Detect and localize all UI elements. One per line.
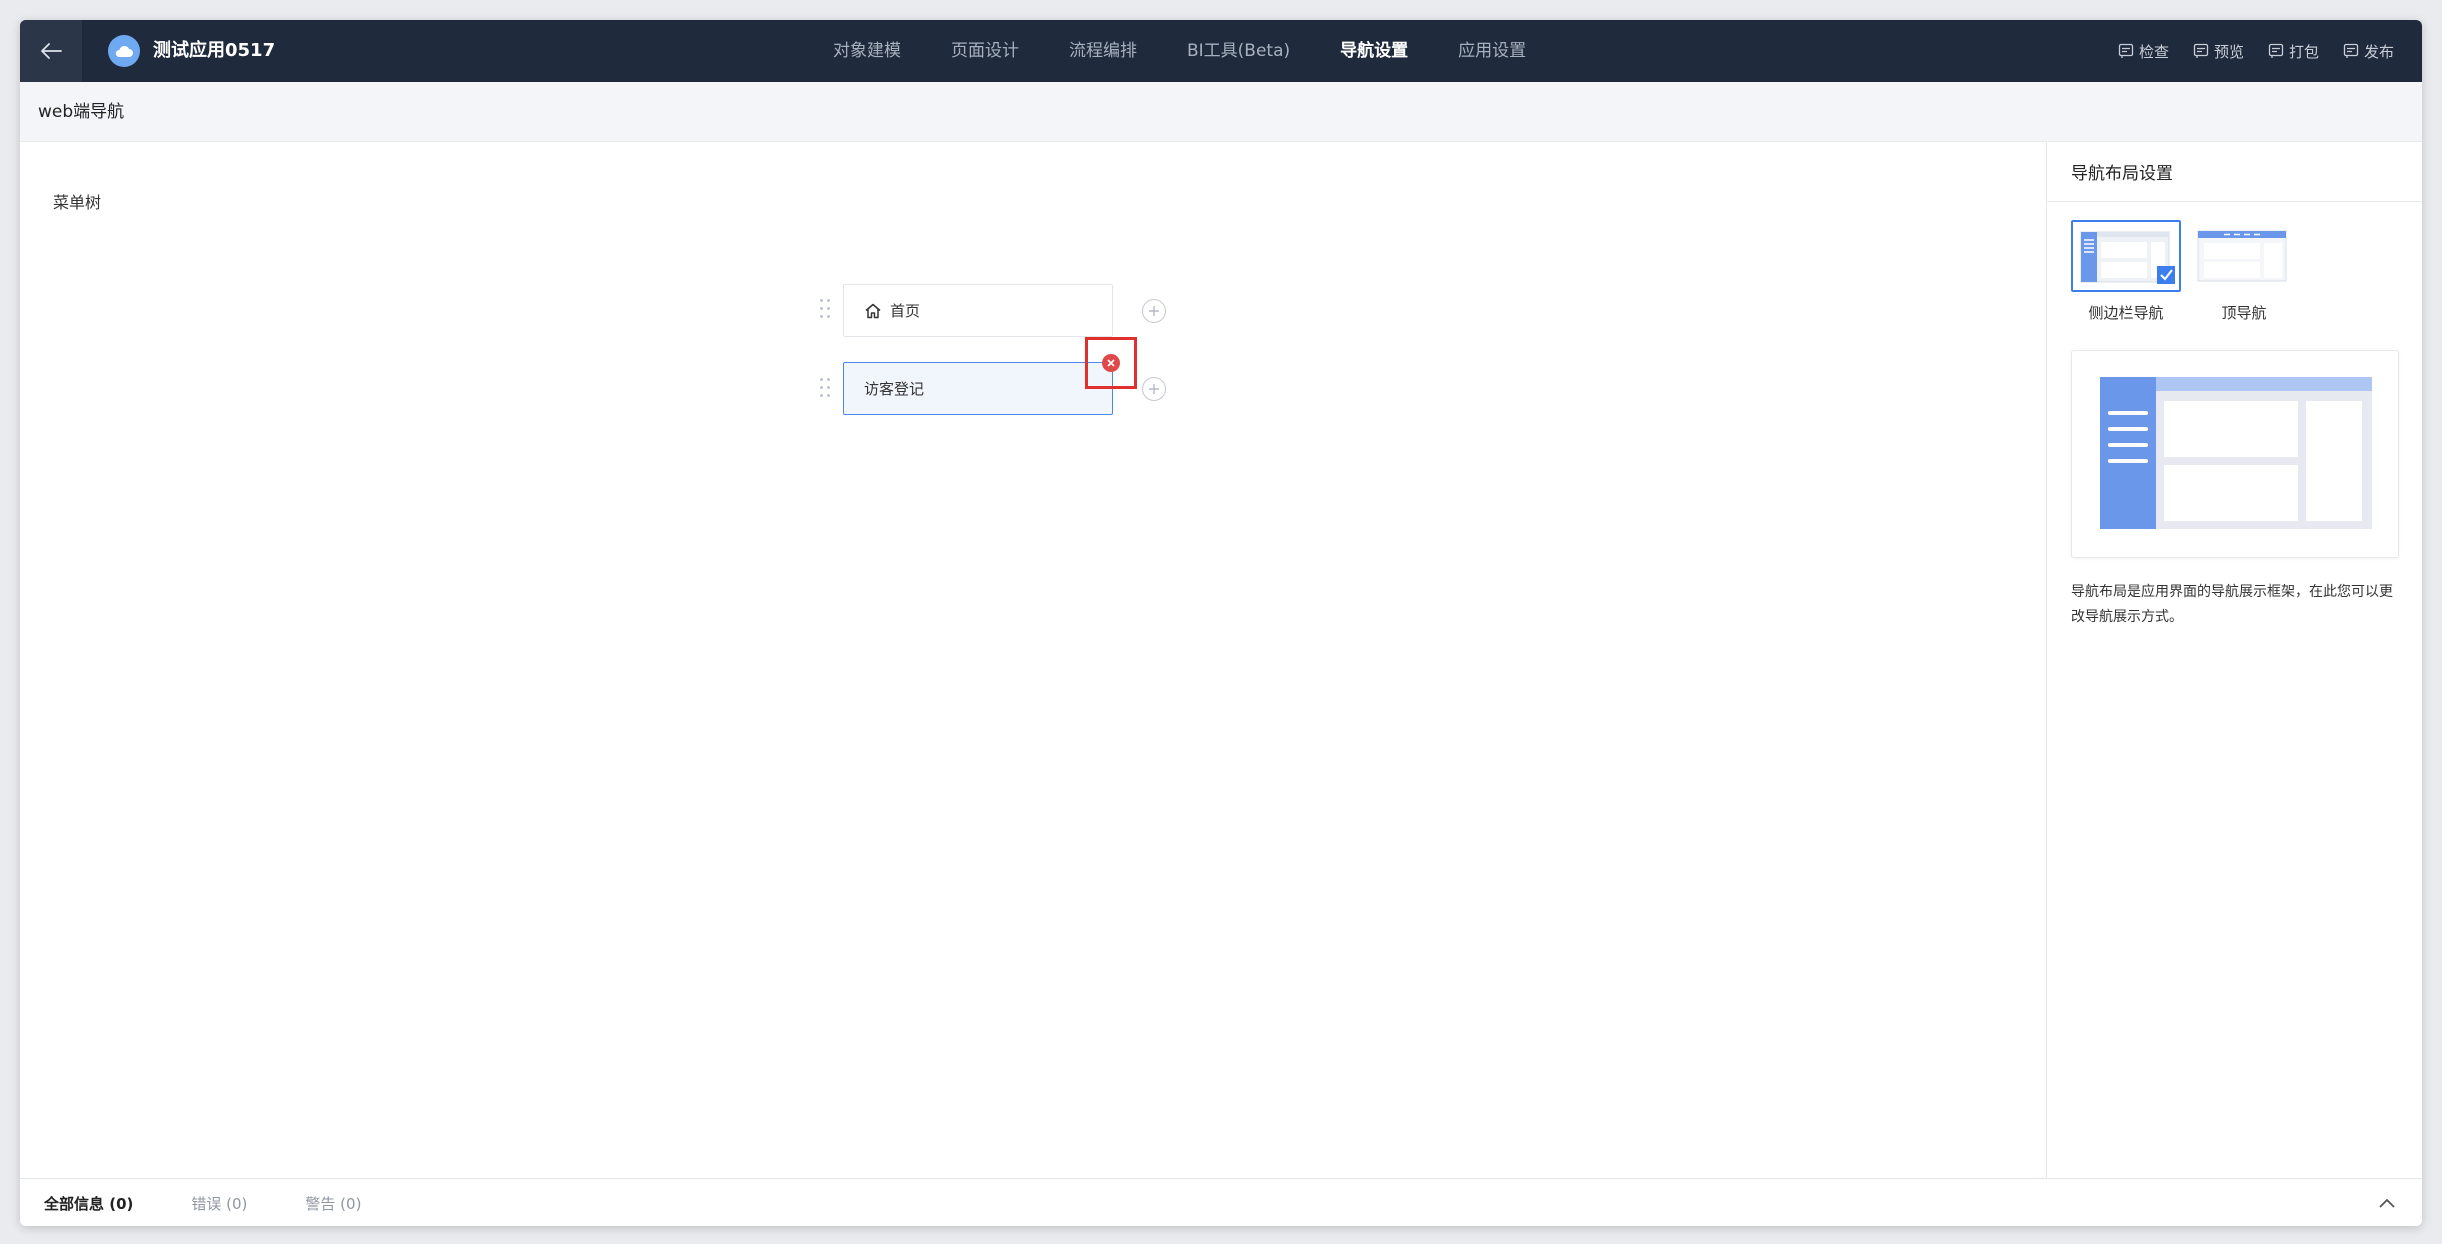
add-node-button[interactable]: [1142, 299, 1166, 323]
plus-icon: [1149, 306, 1159, 316]
app-window: 测试应用0517 对象建模 页面设计 流程编排 BI工具(Beta) 导航设置 …: [20, 20, 2422, 1226]
arrow-left-icon: [41, 43, 62, 59]
top-layout-thumbnail: [2189, 220, 2299, 292]
top-layout-label: 顶导航: [2221, 304, 2267, 322]
preview-doc-icon: [2193, 43, 2209, 58]
check-button[interactable]: 检查: [2118, 41, 2169, 62]
menu-node-home[interactable]: 首页: [843, 284, 1113, 337]
layout-option-sidebar[interactable]: 侧边栏导航: [2071, 220, 2181, 323]
menu-node-visitor-registration[interactable]: 访客登记: [843, 362, 1113, 415]
package-label: 打包: [2288, 42, 2319, 61]
sidebar-layout-label: 侧边栏导航: [2088, 304, 2164, 322]
top-bar: 测试应用0517 对象建模 页面设计 流程编排 BI工具(Beta) 导航设置 …: [20, 20, 2422, 82]
check-label: 检查: [2138, 42, 2169, 61]
app-logo: [108, 35, 140, 67]
message-tabs: 全部信息 (0) 错误 (0) 警告 (0): [44, 1179, 419, 1226]
main-nav-tabs: 对象建模 页面设计 流程编排 BI工具(Beta) 导航设置 应用设置: [833, 20, 1576, 82]
tab-all-messages[interactable]: 全部信息 (0): [44, 1193, 133, 1214]
tab-navigation-settings[interactable]: 导航设置: [1340, 20, 1408, 82]
preview-button[interactable]: 预览: [2193, 41, 2244, 62]
package-doc-icon: [2268, 43, 2284, 58]
add-node-button[interactable]: [1142, 377, 1166, 401]
check-doc-icon: [2118, 43, 2134, 58]
back-button[interactable]: [20, 20, 82, 82]
panel-title: 导航布局设置: [2047, 142, 2422, 202]
tab-page-design[interactable]: 页面设计: [951, 20, 1019, 82]
publish-label: 发布: [2363, 42, 2394, 61]
sub-header: web端导航: [20, 82, 2422, 142]
publish-doc-icon: [2343, 43, 2359, 58]
close-icon: [1107, 359, 1115, 367]
cloud-icon: [115, 45, 133, 57]
package-button[interactable]: 打包: [2268, 41, 2319, 62]
menu-tree-canvas: 菜单树 首页 访客登记: [20, 142, 2046, 1178]
delete-node-button[interactable]: [1102, 354, 1120, 372]
drag-handle-icon[interactable]: [820, 378, 832, 400]
sidebar-layout-thumbnail: [2071, 220, 2181, 292]
tab-warnings[interactable]: 警告 (0): [305, 1193, 361, 1214]
canvas-title: 菜单树: [53, 193, 102, 212]
layout-options: 侧边栏导航 顶导航: [2071, 220, 2307, 323]
panel-description: 导航布局是应用界面的导航展示框架，在此您可以更改导航展示方式。: [2071, 584, 2393, 625]
tab-bi-tools[interactable]: BI工具(Beta): [1187, 20, 1290, 82]
publish-button[interactable]: 发布: [2343, 41, 2394, 62]
layout-preview: [2071, 350, 2399, 558]
layout-settings-panel: 导航布局设置 侧边栏导航 顶导航 导航布局是应用界面的导航展示框架，在此您可以更…: [2046, 142, 2422, 1178]
tab-app-settings[interactable]: 应用设置: [1458, 20, 1526, 82]
page-title: web端导航: [38, 102, 125, 122]
plus-icon: [1149, 384, 1159, 394]
app-title: 测试应用0517: [153, 40, 276, 61]
expand-panel-button[interactable]: [2376, 1192, 2398, 1214]
menu-node-label: 首页: [890, 302, 921, 320]
tab-process-orchestration[interactable]: 流程编排: [1069, 20, 1137, 82]
drag-handle-icon[interactable]: [820, 299, 832, 321]
menu-node-label: 访客登记: [864, 380, 925, 398]
chevron-up-icon: [2379, 1198, 2395, 1208]
tab-errors[interactable]: 错误 (0): [191, 1193, 247, 1214]
tab-object-modeling[interactable]: 对象建模: [833, 20, 901, 82]
preview-label: 预览: [2213, 42, 2244, 61]
home-icon: [864, 302, 882, 320]
header-actions: 检查 预览 打包 发布: [2094, 20, 2394, 82]
layout-option-top[interactable]: 顶导航: [2189, 220, 2299, 323]
bottom-message-bar: 全部信息 (0) 错误 (0) 警告 (0): [20, 1178, 2422, 1226]
